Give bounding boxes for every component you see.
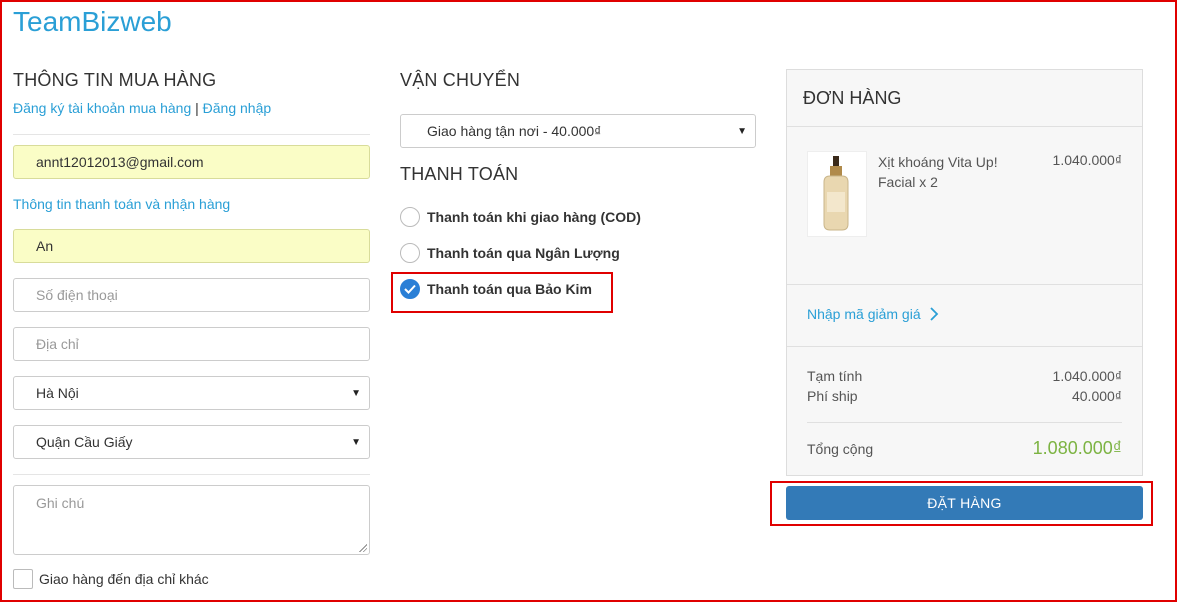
- order-summary: ĐƠN HÀNG Xịt khoáng Vita Up! Facial x 2 …: [786, 69, 1143, 476]
- name-value: An: [36, 238, 54, 254]
- total-row: Tổng cộng 1.080.000₫: [807, 438, 1122, 459]
- city-select[interactable]: Hà Nội ▼: [13, 376, 370, 410]
- link-separator: |: [195, 100, 199, 116]
- divider: [13, 474, 370, 475]
- note-placeholder: Ghi chú: [36, 495, 85, 511]
- payment-option-label: Thanh toán qua Ngân Lượng: [427, 245, 620, 261]
- payment-radio[interactable]: [400, 207, 420, 227]
- divider: [787, 346, 1142, 347]
- payment-option-cod[interactable]: Thanh toán khi giao hàng (COD): [400, 207, 641, 227]
- product-image: [807, 151, 867, 237]
- coupon-label: Nhập mã giảm giá: [807, 306, 921, 322]
- product-bottle-icon: [823, 156, 849, 231]
- subtotal-value: 1.040.000₫: [1052, 368, 1122, 384]
- email-value: annt12012013@gmail.com: [36, 154, 204, 170]
- subtotal-label: Tạm tính: [807, 368, 863, 384]
- payment-radio-checked[interactable]: [400, 279, 420, 299]
- payment-option-label: Thanh toán qua Bảo Kim: [427, 281, 592, 297]
- shipping-method-value: Giao hàng tận nơi - 40.000₫: [427, 123, 602, 139]
- total-label: Tổng cộng: [807, 440, 874, 457]
- place-order-button[interactable]: ĐẶT HÀNG: [786, 486, 1143, 520]
- note-textarea[interactable]: Ghi chú: [13, 485, 370, 555]
- ship-other-address[interactable]: Giao hàng đến địa chỉ khác: [13, 569, 209, 589]
- payment-option-nganluong[interactable]: Thanh toán qua Ngân Lượng: [400, 243, 620, 263]
- radio-check-icon: [404, 284, 416, 294]
- payment-radio[interactable]: [400, 243, 420, 263]
- divider: [787, 284, 1142, 285]
- email-field[interactable]: annt12012013@gmail.com: [13, 145, 370, 179]
- account-links: Đăng ký tài khoản mua hàng | Đăng nhập: [13, 100, 271, 116]
- shipping-method-select[interactable]: Giao hàng tận nơi - 40.000₫ ▼: [400, 114, 756, 148]
- payment-option-baokim[interactable]: Thanh toán qua Bảo Kim: [400, 279, 592, 299]
- dropdown-caret-icon: ▼: [351, 387, 361, 399]
- subtotal-row: Tạm tính 1.040.000₫: [807, 368, 1122, 384]
- payment-option-label: Thanh toán khi giao hàng (COD): [427, 209, 641, 225]
- buyer-info-title: THÔNG TIN MUA HÀNG: [13, 70, 217, 90]
- login-link[interactable]: Đăng nhập: [203, 100, 272, 116]
- product-price: 1.040.000₫: [1052, 152, 1122, 168]
- divider: [787, 126, 1142, 127]
- total-value: 1.080.000₫: [1032, 438, 1122, 458]
- register-link[interactable]: Đăng ký tài khoản mua hàng: [13, 100, 191, 116]
- coupon-link[interactable]: Nhập mã giảm giá: [807, 306, 939, 322]
- resize-handle-icon[interactable]: [359, 544, 367, 552]
- ship-other-checkbox[interactable]: [13, 569, 33, 589]
- product-name: Xịt khoáng Vita Up! Facial x 2: [878, 154, 998, 190]
- city-value: Hà Nội: [36, 385, 79, 401]
- payment-title: THANH TOÁN: [400, 164, 519, 184]
- divider: [13, 134, 370, 135]
- shipping-fee-label: Phí ship: [807, 388, 858, 404]
- address-field[interactable]: Địa chỉ: [13, 327, 370, 361]
- address-placeholder: Địa chỉ: [36, 336, 79, 352]
- shipping-fee-row: Phí ship 40.000₫: [807, 388, 1122, 404]
- ship-other-label: Giao hàng đến địa chỉ khác: [39, 571, 209, 587]
- billing-info-link[interactable]: Thông tin thanh toán và nhận hàng: [13, 196, 230, 212]
- shipping-fee-value: 40.000₫: [1071, 388, 1122, 404]
- district-value: Quận Cầu Giấy: [36, 434, 133, 450]
- phone-field[interactable]: Số điện thoại: [13, 278, 370, 312]
- phone-placeholder: Số điện thoại: [36, 287, 118, 303]
- chevron-right-icon: [929, 307, 938, 321]
- brand-logo[interactable]: TeamBizweb: [13, 6, 172, 38]
- shipping-title: VẬN CHUYỂN: [400, 70, 521, 90]
- dropdown-caret-icon: ▼: [737, 125, 747, 137]
- name-field[interactable]: An: [13, 229, 370, 263]
- district-select[interactable]: Quận Cầu Giấy ▼: [13, 425, 370, 459]
- divider: [807, 422, 1122, 423]
- dropdown-caret-icon: ▼: [351, 436, 361, 448]
- order-title: ĐƠN HÀNG: [803, 88, 902, 108]
